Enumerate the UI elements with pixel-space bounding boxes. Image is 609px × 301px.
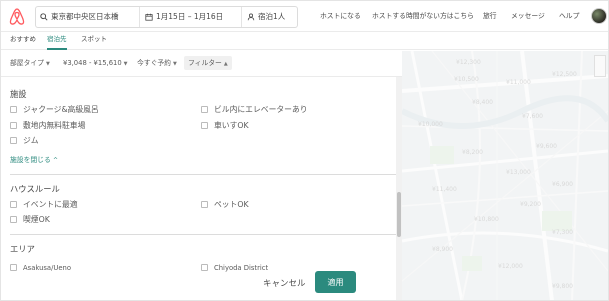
room-type-filter[interactable]: 部屋タイプ ▼	[10, 56, 50, 70]
category-tabs: おすすめ 宿泊先 スポット	[1, 32, 608, 50]
guests-field[interactable]: 宿泊1人	[241, 7, 297, 27]
close-facilities-link[interactable]: 施設を閉じる ^	[10, 154, 58, 164]
checkbox-pets[interactable]: ペットOK	[201, 199, 249, 210]
more-filters-label: フィルター	[188, 59, 222, 67]
checkbox-box[interactable]	[201, 263, 208, 271]
nav-help[interactable]: ヘルプ	[559, 1, 579, 32]
instant-book-label: 今すぐ予約	[137, 59, 171, 67]
section-divider	[10, 174, 396, 175]
checkbox-free-parking[interactable]: 敷地内無料駐車場	[10, 120, 85, 131]
house-rules-title: ハウスルール	[10, 184, 60, 194]
checkbox-events[interactable]: イベントに最適	[10, 199, 78, 210]
room-type-label: 部屋タイプ	[10, 59, 44, 67]
chevron-up-icon: ▲	[223, 61, 228, 67]
checkbox-jacuzzi[interactable]: ジャクージ&高級風呂	[10, 104, 99, 115]
dates-value: 1月15日 – 1月16日	[156, 12, 224, 21]
top-header: 東京都中央区日本橋 1月15日 – 1月16日 宿泊1人 ホストになる ホストす…	[1, 1, 608, 32]
search-bar[interactable]: 東京都中央区日本橋 1月15日 – 1月16日 宿泊1人	[35, 6, 298, 28]
close-facilities-label: 施設を閉じる	[10, 156, 51, 164]
app-frame: 東京都中央区日本橋 1月15日 – 1月16日 宿泊1人 ホストになる ホストす…	[0, 0, 609, 301]
chevron-down-icon: ▼	[45, 61, 50, 67]
guests-value: 宿泊1人	[258, 12, 286, 21]
airbnb-logo-icon[interactable]	[9, 8, 25, 25]
nav-host-no-time[interactable]: ホストする時間がない方はこちら	[372, 1, 474, 32]
nav-become-host[interactable]: ホストになる	[320, 1, 361, 32]
checkbox-box[interactable]	[201, 121, 208, 129]
option-label: イベントに最適	[23, 200, 78, 209]
option-label: ビル内にエレベーターあり	[214, 105, 308, 114]
area-title: エリア	[10, 244, 35, 254]
avatar[interactable]	[591, 8, 607, 24]
nav-messages[interactable]: メッセージ	[511, 1, 545, 32]
chevron-down-icon: ▼	[123, 61, 128, 67]
filters-panel: 施設 ジャクージ&高級風呂 ビル内にエレベーターあり 敷地内無料駐車場 車いすO…	[1, 76, 402, 300]
nav-trips[interactable]: 旅行	[483, 1, 497, 32]
facilities-title: 施設	[10, 89, 27, 99]
checkbox-elevator[interactable]: ビル内にエレベーターあり	[201, 104, 308, 115]
checkbox-smoking[interactable]: 喫煙OK	[10, 214, 50, 225]
filter-bar: 部屋タイプ ▼ ¥3,048 - ¥15,610 ▼ 今すぐ予約 ▼ フィルター ▲	[1, 51, 401, 75]
checkbox-box[interactable]	[10, 215, 17, 223]
more-filters-button[interactable]: フィルター ▲	[184, 56, 232, 70]
chevron-up-icon: ^	[52, 157, 58, 164]
tab-recommended[interactable]: おすすめ	[10, 32, 36, 50]
price-label: ¥3,048 - ¥15,610	[63, 59, 122, 67]
checkbox-box[interactable]	[10, 263, 17, 271]
checkbox-box[interactable]	[10, 136, 17, 144]
search-icon	[40, 13, 48, 21]
section-divider	[10, 234, 396, 235]
apply-button[interactable]: 適用	[315, 271, 356, 293]
map-view[interactable]: ¥12,300 ¥10,500 ¥11,000 ¥12,500 ¥8,400 ¥…	[402, 51, 608, 300]
checkbox-box[interactable]	[10, 200, 17, 208]
checkbox-wheelchair[interactable]: 車いすOK	[201, 120, 249, 131]
option-label: ジム	[23, 136, 39, 145]
user-icon	[247, 13, 255, 21]
price-filter[interactable]: ¥3,048 - ¥15,610 ▼	[63, 56, 128, 70]
dates-field[interactable]: 1月15日 – 1月16日	[139, 7, 241, 27]
option-label: 喫煙OK	[23, 215, 50, 224]
option-label: Chiyoda District	[214, 264, 269, 272]
destination-value: 東京都中央区日本橋	[51, 12, 119, 21]
cancel-button[interactable]: キャンセル	[263, 277, 306, 289]
checkbox-box[interactable]	[10, 105, 17, 113]
checkbox-asakusa-ueno[interactable]: Asakusa/Ueno	[10, 263, 71, 274]
checkbox-box[interactable]	[201, 105, 208, 113]
map-dim-overlay	[402, 51, 608, 300]
chevron-down-icon: ▼	[172, 61, 177, 67]
checkbox-chiyoda[interactable]: Chiyoda District	[201, 263, 268, 274]
option-label: ジャクージ&高級風呂	[23, 105, 99, 114]
tab-homes[interactable]: 宿泊先	[47, 32, 67, 50]
instant-book-filter[interactable]: 今すぐ予約 ▼	[137, 56, 177, 70]
option-label: Asakusa/Ueno	[23, 264, 72, 272]
option-label: 敷地内無料駐車場	[23, 121, 86, 130]
checkbox-gym[interactable]: ジム	[10, 135, 39, 146]
checkbox-box[interactable]	[10, 121, 17, 129]
option-label: ペットOK	[214, 200, 249, 209]
tab-places[interactable]: スポット	[81, 32, 107, 50]
scrollbar-thumb[interactable]	[397, 192, 401, 237]
calendar-icon	[145, 13, 153, 21]
destination-field[interactable]: 東京都中央区日本橋	[40, 7, 140, 27]
checkbox-box[interactable]	[201, 200, 208, 208]
map-zoom-control[interactable]	[594, 55, 606, 77]
option-label: 車いすOK	[214, 121, 249, 130]
